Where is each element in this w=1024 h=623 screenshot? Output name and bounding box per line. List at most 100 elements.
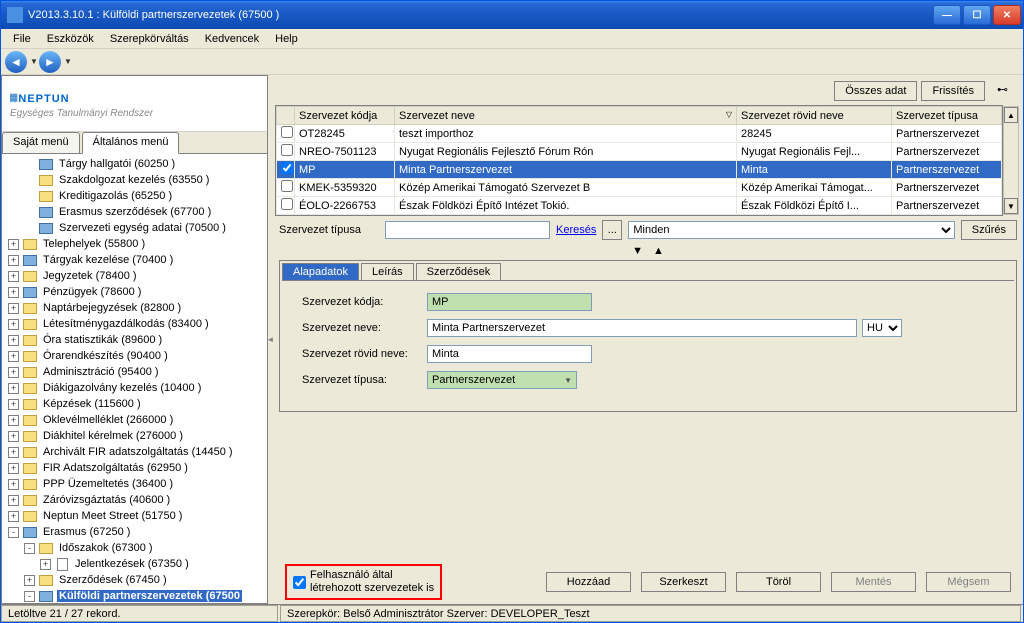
expand-icon[interactable]: + — [8, 335, 19, 346]
collapse-icon[interactable]: - — [24, 543, 35, 554]
filter-type-input[interactable] — [385, 221, 550, 239]
expand-icon[interactable]: + — [8, 303, 19, 314]
expand-icon[interactable]: + — [8, 351, 19, 362]
tree-item[interactable]: +Jegyzetek (78400 ) — [4, 268, 265, 284]
tree-item[interactable]: +Diákhitel kérelmek (276000 ) — [4, 428, 265, 444]
tree-item[interactable]: +Jelentkezések (67350 ) — [4, 556, 265, 572]
row-checkbox[interactable] — [281, 162, 293, 174]
row-checkbox[interactable] — [281, 126, 293, 138]
expand-icon[interactable]: + — [8, 239, 19, 250]
menu-help[interactable]: Help — [267, 31, 306, 47]
filter-more-button[interactable]: ... — [602, 220, 622, 240]
row-checkbox[interactable] — [281, 198, 293, 210]
expand-icon[interactable]: + — [8, 511, 19, 522]
tree-item[interactable]: +Órarendkészítés (90400 ) — [4, 348, 265, 364]
tree-item[interactable]: +Telephelyek (55800 ) — [4, 236, 265, 252]
filter-button[interactable]: Szűrés — [961, 220, 1017, 240]
table-row[interactable]: OT28245teszt importhoz28245Partnerszerve… — [277, 125, 1002, 143]
tab-contracts[interactable]: Szerződések — [416, 263, 502, 280]
tree-view[interactable]: Tárgy hallgatói (60250 )Szakdolgozat kez… — [2, 154, 267, 603]
pin-icon[interactable]: ⊷ — [997, 83, 1013, 99]
tab-desc[interactable]: Leírás — [361, 263, 414, 280]
tree-item[interactable]: +Szerződések (67450 ) — [4, 572, 265, 588]
tree-item[interactable]: +FIR Adatszolgáltatás (62950 ) — [4, 460, 265, 476]
field-rovid[interactable] — [427, 345, 592, 363]
expand-icon[interactable]: + — [8, 287, 19, 298]
scroll-down-icon[interactable]: ▼ — [1004, 198, 1018, 214]
field-nev[interactable] — [427, 319, 857, 337]
tree-item[interactable]: +Oklevélmelléklet (266000 ) — [4, 412, 265, 428]
tab-general-menu[interactable]: Általános menü — [82, 132, 180, 154]
menu-file[interactable]: File — [5, 31, 39, 47]
tree-item[interactable]: +Adminisztráció (95400 ) — [4, 364, 265, 380]
delete-button[interactable]: Töröl — [736, 572, 821, 592]
col-kod[interactable]: Szervezet kódja — [295, 107, 395, 125]
refresh-button[interactable]: Frissítés — [921, 81, 985, 101]
col-tipus[interactable]: Szervezet típusa — [892, 107, 1002, 125]
row-checkbox[interactable] — [281, 144, 293, 156]
expand-icon[interactable]: + — [8, 319, 19, 330]
scroll-up-icon[interactable]: ▲ — [1004, 107, 1018, 123]
tree-item[interactable]: Tárgy hallgatói (60250 ) — [4, 156, 265, 172]
expand-icon[interactable]: + — [8, 463, 19, 474]
tree-item[interactable]: Szakdolgozat kezelés (63550 ) — [4, 172, 265, 188]
expand-icon[interactable]: + — [40, 559, 51, 570]
expand-icon[interactable]: + — [8, 399, 19, 410]
close-button[interactable]: ✕ — [993, 5, 1021, 25]
search-link[interactable]: Keresés — [556, 224, 596, 236]
tree-item[interactable]: Szervezeti egység adatai (70500 ) — [4, 220, 265, 236]
menu-rolechange[interactable]: Szerepkörváltás — [102, 31, 197, 47]
user-created-checkbox[interactable] — [293, 576, 306, 589]
tree-item[interactable]: Kreditigazolás (65250 ) — [4, 188, 265, 204]
table-row[interactable]: ÉOLO-2266753Észak Földközi Építő Intézet… — [277, 197, 1002, 215]
tree-item[interactable]: +PPP Üzemeltetés (36400 ) — [4, 476, 265, 492]
expand-icon[interactable]: + — [8, 431, 19, 442]
tree-item[interactable]: +Létesítménygazdálkodás (83400 ) — [4, 316, 265, 332]
tree-item[interactable]: -Időszakok (67300 ) — [4, 540, 265, 556]
nav-forward-button[interactable]: ► — [39, 51, 61, 73]
tree-item[interactable]: Erasmus szerződések (67700 ) — [4, 204, 265, 220]
menu-favs[interactable]: Kedvencek — [197, 31, 267, 47]
tree-item[interactable]: +Képzések (115600 ) — [4, 396, 265, 412]
tree-item[interactable]: +Pénzügyek (78600 ) — [4, 284, 265, 300]
expand-icon[interactable]: + — [8, 383, 19, 394]
expand-icon[interactable]: + — [8, 255, 19, 266]
filter-select[interactable]: Minden — [628, 221, 954, 239]
tab-basic[interactable]: Alapadatok — [282, 263, 359, 280]
tree-item[interactable]: -Külföldi partnerszervezetek (67500 — [4, 588, 265, 603]
maximize-button[interactable]: ☐ — [963, 5, 991, 25]
col-rovid[interactable]: Szervezet rövid neve — [737, 107, 892, 125]
edit-button[interactable]: Szerkeszt — [641, 572, 726, 592]
lang-select[interactable]: HU — [862, 319, 902, 337]
row-checkbox[interactable] — [281, 180, 293, 192]
expand-icon[interactable]: + — [24, 575, 35, 586]
expand-collapse[interactable]: ▼▲ — [275, 244, 1021, 258]
table-row[interactable]: KMEK-5359320Közép Amerikai Támogató Szer… — [277, 179, 1002, 197]
tree-item[interactable]: +Óra statisztikák (89600 ) — [4, 332, 265, 348]
minimize-button[interactable]: ― — [933, 5, 961, 25]
grid-scrollbar[interactable]: ▲ ▼ — [1003, 106, 1019, 215]
nav-back-dropdown[interactable]: ▼ — [29, 51, 39, 73]
all-data-button[interactable]: Összes adat — [834, 81, 917, 101]
tree-item[interactable]: +Naptárbejegyzések (82800 ) — [4, 300, 265, 316]
table-row[interactable]: MPMinta PartnerszervezetMintaPartnerszer… — [277, 161, 1002, 179]
add-button[interactable]: Hozzáad — [546, 572, 631, 592]
expand-icon[interactable]: + — [8, 271, 19, 282]
nav-forward-dropdown[interactable]: ▼ — [63, 51, 73, 73]
tree-item[interactable]: +Diákigazolvány kezelés (10400 ) — [4, 380, 265, 396]
tree-item[interactable]: -Erasmus (67250 ) — [4, 524, 265, 540]
tree-item[interactable]: +Záróvizsgáztatás (40600 ) — [4, 492, 265, 508]
expand-icon[interactable]: + — [8, 415, 19, 426]
tree-item[interactable]: +Neptun Meet Street (51750 ) — [4, 508, 265, 524]
expand-icon[interactable]: + — [8, 495, 19, 506]
tab-own-menu[interactable]: Saját menü — [2, 132, 80, 153]
tree-item[interactable]: +Tárgyak kezelése (70400 ) — [4, 252, 265, 268]
col-nev[interactable]: Szervezet neve ▽ — [395, 107, 737, 125]
nav-back-button[interactable]: ◄ — [5, 51, 27, 73]
expand-icon[interactable]: + — [8, 367, 19, 378]
data-grid[interactable]: Szervezet kódja Szervezet neve ▽ Szervez… — [276, 106, 1002, 215]
collapse-icon[interactable]: - — [24, 591, 35, 602]
table-row[interactable]: NREO-7501123Nyugat Regionális Fejlesztő … — [277, 143, 1002, 161]
collapse-icon[interactable]: - — [8, 527, 19, 538]
menu-tools[interactable]: Eszközök — [39, 31, 102, 47]
